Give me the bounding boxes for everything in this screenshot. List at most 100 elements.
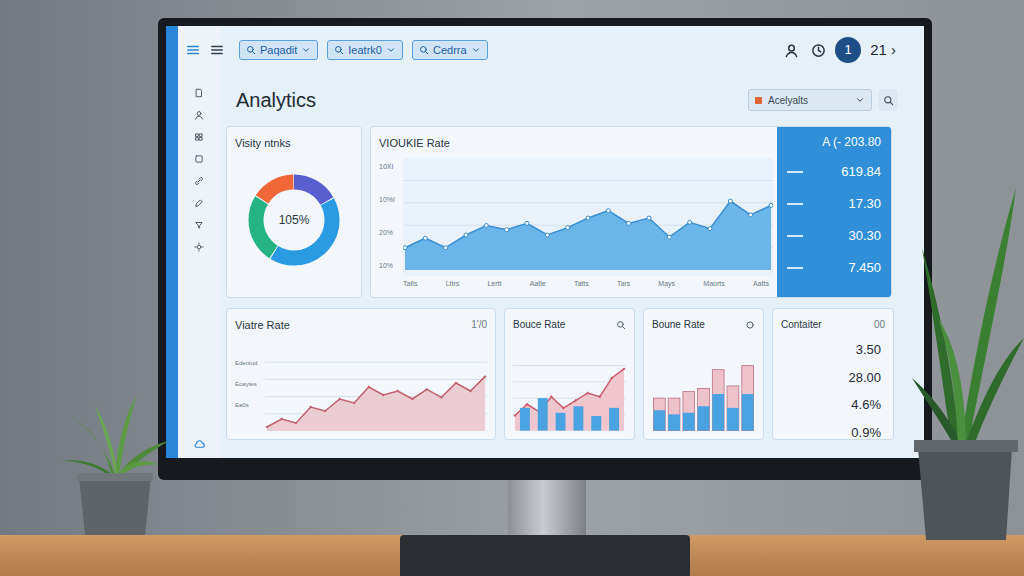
area-fill	[515, 369, 624, 431]
filter-bar: Paqadit Ieatrk0 Cedrra	[239, 40, 488, 60]
square-icon[interactable]	[194, 154, 204, 164]
right-plant-icon	[912, 148, 1024, 540]
user-badge[interactable]: 1	[835, 37, 861, 63]
bar	[609, 408, 619, 431]
filter-icon[interactable]	[194, 220, 204, 230]
data-point	[368, 386, 370, 388]
x-label: Tars	[617, 279, 630, 290]
y-tick: 10%	[379, 261, 403, 272]
user-icons	[784, 43, 826, 58]
dash	[787, 171, 803, 173]
inner-bar	[712, 394, 724, 431]
data-point	[575, 400, 577, 402]
bar	[727, 386, 739, 431]
bar	[556, 413, 566, 431]
bar	[520, 408, 530, 431]
y-tick: Edentud	[235, 359, 265, 368]
filter-label: Cedrra	[433, 42, 467, 59]
filter-pill[interactable]: Ieatrk0	[327, 40, 403, 60]
bar	[653, 398, 665, 430]
data-point	[586, 216, 590, 220]
x-label: Mays	[658, 279, 675, 290]
inner-bar	[698, 406, 710, 430]
data-point	[526, 403, 528, 405]
data-point	[599, 396, 601, 398]
gear-icon[interactable]	[194, 242, 204, 252]
left-plant-icon	[55, 375, 175, 537]
grid-icon[interactable]	[194, 132, 204, 142]
inner-bar	[727, 408, 739, 431]
data-point	[606, 208, 610, 212]
screen: PaqaditIeatrk0Cedrra 1 21 › Analytics Ac…	[166, 26, 924, 458]
data-point	[441, 397, 443, 399]
data-point	[484, 376, 486, 378]
donut-card: Visity ntnks 105%	[226, 126, 362, 298]
desk	[0, 535, 1024, 576]
bounce-card: Bouce Rate	[504, 308, 635, 440]
grid-line	[265, 362, 487, 363]
visitor-card: Viatre Rate 1'/0 EdentudEoaytesEa0s	[226, 308, 496, 440]
grid-line	[513, 365, 626, 366]
title-row: Analytics Acelyalts	[224, 74, 898, 126]
filter-label: Paqadit	[260, 42, 297, 59]
chevron-down-icon	[471, 45, 481, 55]
menu-icon[interactable]	[210, 43, 224, 57]
menu-icon[interactable]	[186, 43, 200, 57]
card-header: Boune Rate	[652, 317, 755, 332]
data-point	[688, 220, 692, 224]
search-button[interactable]	[878, 89, 898, 111]
top-row: Visity ntnks 105% VIOUKIE Rate 10XI10%I2…	[226, 126, 898, 298]
y-tick: Ea0s	[235, 401, 265, 410]
data-point	[505, 227, 509, 231]
stand-base	[400, 535, 690, 576]
value: 0.9%	[851, 423, 881, 443]
card-title: Viatre Rate	[235, 317, 290, 334]
data-point	[266, 426, 268, 428]
user-icon[interactable]	[194, 110, 204, 120]
user-icon[interactable]	[784, 43, 799, 58]
x-label: Lertt	[487, 279, 501, 290]
main: PaqaditIeatrk0Cedrra 1 21 › Analytics Ac…	[220, 26, 924, 458]
document-icon[interactable]	[194, 88, 204, 98]
x-axis: TatlsLttrsLerttAatleTattsTarsMaysMaortsA…	[403, 276, 769, 290]
plot-area: EdentudEoaytesEa0s	[235, 338, 487, 432]
data-point	[281, 418, 283, 420]
corner[interactable]	[745, 320, 755, 330]
data-point	[444, 245, 448, 249]
search-icon	[883, 95, 894, 106]
data-point	[566, 225, 570, 229]
data-point	[455, 382, 457, 384]
clock-icon[interactable]	[811, 43, 826, 58]
card-header: Contaiter 00	[781, 317, 885, 332]
sidebar-strip	[166, 26, 178, 458]
data-point	[587, 392, 589, 394]
rate-chart: VIOUKIE Rate 10XI10%I20%10% TatlsLttrsLe…	[371, 127, 777, 297]
data-point	[623, 368, 625, 370]
y-tick: 10XI	[379, 162, 403, 173]
plot-area: 10XI10%I20%10%	[379, 158, 769, 276]
panel-row: 17.30	[787, 193, 881, 215]
data-point	[464, 233, 468, 237]
x-label: Aatts	[753, 279, 769, 290]
view-selector[interactable]: Acelyalts	[748, 89, 872, 111]
value: 28.00	[848, 368, 881, 388]
filter-pill[interactable]: Paqadit	[239, 40, 318, 60]
corner[interactable]	[616, 320, 626, 330]
selector-label: Acelyalts	[768, 93, 849, 108]
pen-icon[interactable]	[194, 198, 204, 208]
value-list: 3.5028.004.6%0.9%	[781, 340, 885, 442]
data-point	[749, 212, 753, 216]
line-plot	[403, 158, 773, 276]
cloud-icon[interactable]	[194, 439, 205, 450]
data-point	[423, 236, 427, 240]
link-icon[interactable]	[194, 176, 204, 186]
filter-pill[interactable]: Cedrra	[412, 40, 488, 60]
card-title: VIOUKIE Rate	[379, 135, 769, 152]
scene: PaqaditIeatrk0Cedrra 1 21 › Analytics Ac…	[0, 0, 1024, 576]
bar	[573, 406, 583, 430]
y-axis: 10XI10%I20%10%	[379, 158, 403, 276]
data-point	[470, 390, 472, 392]
bounce2-svg	[652, 349, 755, 431]
panel-value: 17.30	[848, 194, 881, 214]
bar	[712, 370, 724, 431]
